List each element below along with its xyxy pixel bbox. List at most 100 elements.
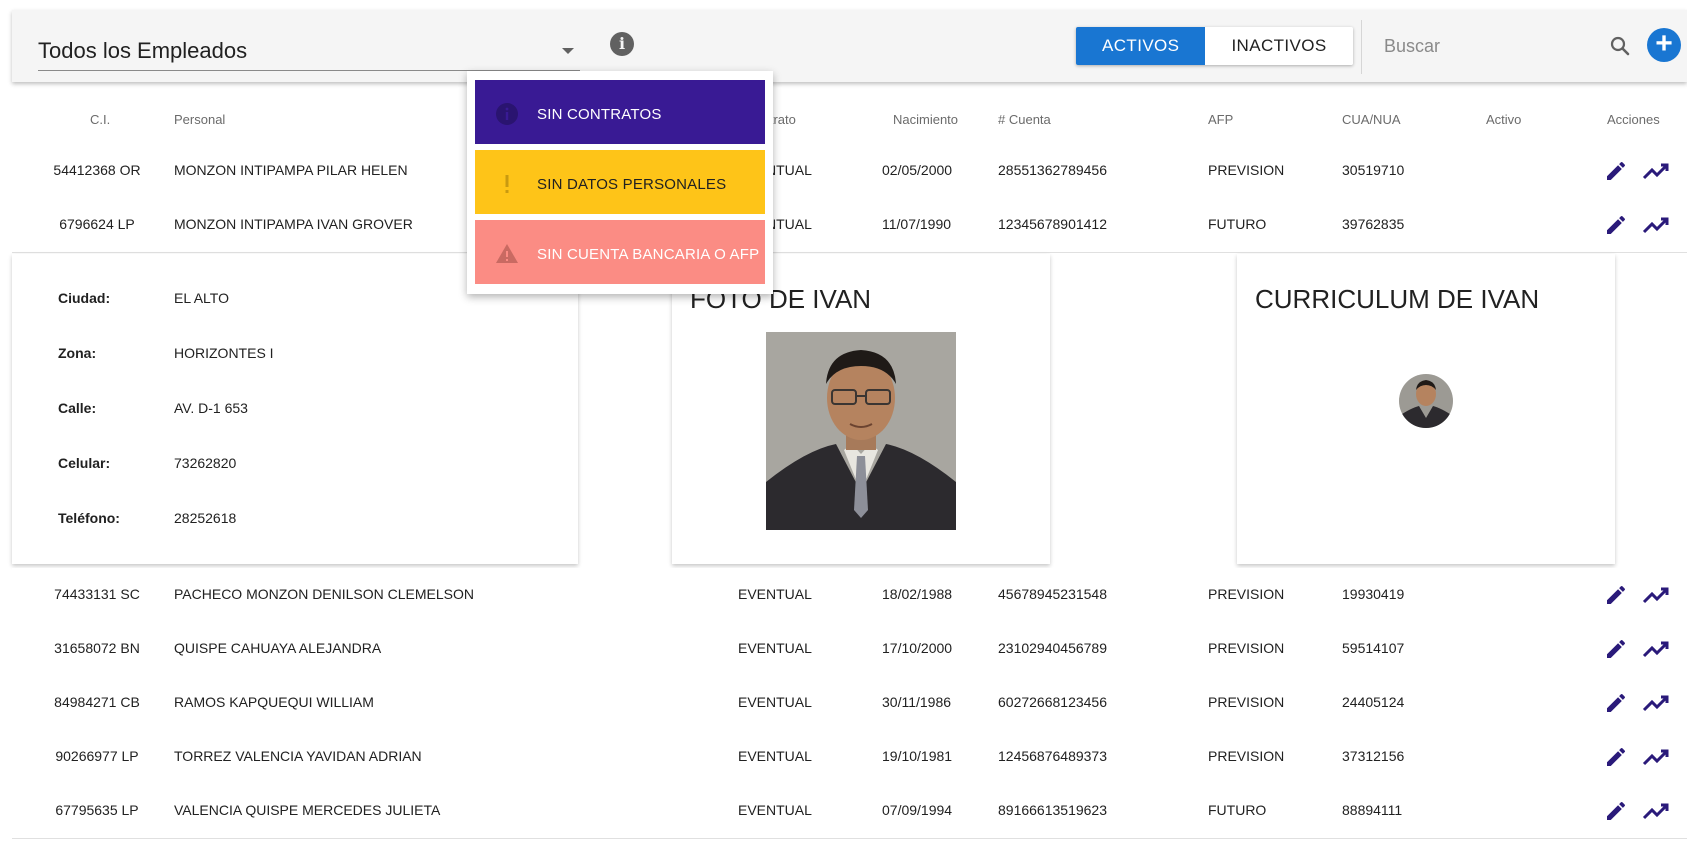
info-dropdown-menu: SIN CONTRATOS SIN DATOS PERSONALES SIN C…: [467, 71, 773, 294]
warning-icon: [496, 244, 518, 263]
edit-icon[interactable]: [1604, 583, 1628, 607]
cell-ci: 74433131 SC: [54, 586, 140, 602]
detail-label-calle: Calle:: [58, 400, 97, 416]
cell-nacimiento: 18/02/1988: [882, 586, 953, 602]
menu-item-label: SIN CUENTA BANCARIA O AFP: [537, 246, 760, 263]
cell-contrato: EVENTUAL: [738, 748, 812, 764]
edit-icon[interactable]: [1604, 637, 1628, 661]
cell-cuenta: 89166613519623: [998, 802, 1108, 818]
header-ci[interactable]: C.I.: [90, 112, 110, 127]
toggle-inactivos[interactable]: INACTIVOS: [1205, 27, 1353, 65]
cell-cuenta: 23102940456789: [998, 640, 1108, 656]
info-icon: [496, 103, 518, 125]
header-cua[interactable]: CUA/NUA: [1342, 112, 1401, 127]
cell-afp: FUTURO: [1208, 802, 1267, 818]
detail-value-celular: 73262820: [174, 455, 237, 471]
cell-ci: 6796624 LP: [59, 216, 135, 232]
detail-label-telefono: Teléfono:: [58, 510, 120, 526]
cell-cua: 19930419: [1342, 586, 1405, 602]
cell-name: PACHECO MONZON DENILSON CLEMELSON: [174, 586, 475, 602]
cell-nacimiento: 17/10/2000: [882, 640, 953, 656]
cell-nacimiento: 30/11/1986: [882, 694, 952, 710]
cell-contrato: EVENTUAL: [738, 802, 812, 818]
header-nacimiento[interactable]: Nacimiento: [893, 112, 958, 127]
trending-chart-icon[interactable]: [1642, 745, 1670, 769]
top-toolbar: Todos los Empleados i ACTIVOS INACTIVOS …: [12, 10, 1687, 82]
cell-name: TORREZ VALENCIA YAVIDAN ADRIAN: [174, 748, 422, 764]
info-icon[interactable]: i: [610, 32, 634, 56]
trending-chart-icon[interactable]: [1642, 691, 1670, 715]
search-icon[interactable]: [1608, 34, 1632, 58]
table-row[interactable]: 84984271 CB RAMOS KAPQUEQUI WILLIAM EVEN…: [12, 676, 1687, 731]
cell-afp: PREVISION: [1208, 586, 1285, 602]
trending-chart-icon[interactable]: [1642, 637, 1670, 661]
add-employee-button[interactable]: +: [1647, 28, 1681, 62]
table-row[interactable]: 6796624 LP MONZON INTIPAMPA IVAN GROVER …: [12, 198, 1687, 253]
cell-ci: 67795635 LP: [55, 802, 139, 818]
cell-nacimiento: 19/10/1981: [882, 748, 953, 764]
trending-chart-icon[interactable]: [1642, 159, 1670, 183]
table-header: C.I. Personal Contrato Nacimiento # Cuen…: [12, 84, 1687, 145]
trending-chart-icon[interactable]: [1642, 583, 1670, 607]
cell-afp: PREVISION: [1208, 640, 1285, 656]
chevron-down-icon: [562, 48, 574, 54]
detail-value-ciudad: EL ALTO: [174, 290, 229, 306]
cell-cua: 59514107: [1342, 640, 1405, 656]
cell-contrato: EVENTUAL: [738, 586, 812, 602]
exclamation-icon: [505, 175, 509, 193]
cell-afp: PREVISION: [1208, 694, 1285, 710]
menu-item-label: SIN DATOS PERSONALES: [537, 176, 727, 193]
cell-cua: 39762835: [1342, 216, 1405, 232]
edit-icon[interactable]: [1604, 799, 1628, 823]
toggle-activos[interactable]: ACTIVOS: [1076, 27, 1206, 65]
search-input[interactable]: [1382, 30, 1586, 62]
cell-afp: PREVISION: [1208, 162, 1285, 178]
cell-cuenta: 60272668123456: [998, 694, 1108, 710]
menu-item-sin-datos-personales[interactable]: SIN DATOS PERSONALES: [475, 150, 765, 214]
cell-cua: 37312156: [1342, 748, 1405, 764]
cell-cuenta: 45678945231548: [998, 586, 1108, 602]
menu-item-sin-contratos[interactable]: SIN CONTRATOS: [475, 80, 765, 144]
cell-cuenta: 28551362789456: [998, 162, 1108, 178]
toolbar-divider: [1361, 20, 1362, 74]
table-row[interactable]: 90266977 LP TORREZ VALENCIA YAVIDAN ADRI…: [12, 730, 1687, 785]
cell-ci: 90266977 LP: [55, 748, 139, 764]
status-toggle-group: ACTIVOS INACTIVOS: [1076, 27, 1353, 65]
cell-cua: 24405124: [1342, 694, 1405, 710]
header-personal[interactable]: Personal: [174, 112, 225, 127]
cell-ci: 84984271 CB: [54, 694, 140, 710]
header-activo[interactable]: Activo: [1486, 112, 1521, 127]
header-cuenta[interactable]: # Cuenta: [998, 112, 1051, 127]
cell-name: RAMOS KAPQUEQUI WILLIAM: [174, 694, 374, 710]
detail-value-zona: HORIZONTES I: [174, 345, 274, 361]
table-row[interactable]: 74433131 SC PACHECO MONZON DENILSON CLEM…: [12, 568, 1687, 623]
cell-name: MONZON INTIPAMPA IVAN GROVER: [174, 216, 413, 232]
table-row[interactable]: 67795635 LP VALENCIA QUISPE MERCEDES JUL…: [12, 784, 1687, 839]
cell-afp: PREVISION: [1208, 748, 1285, 764]
cell-name: VALENCIA QUISPE MERCEDES JULIETA: [174, 802, 441, 818]
edit-icon[interactable]: [1604, 691, 1628, 715]
trending-chart-icon[interactable]: [1642, 213, 1670, 237]
curriculum-thumbnail[interactable]: [1399, 374, 1453, 428]
employee-detail-card: Ciudad: EL ALTO Zona: HORIZONTES I Calle…: [12, 254, 578, 564]
employee-photo[interactable]: [766, 332, 956, 530]
cell-ci: 54412368 OR: [53, 162, 141, 178]
curriculum-card-title: CURRICULUM DE IVAN: [1255, 284, 1540, 314]
edit-icon[interactable]: [1604, 213, 1628, 237]
cell-contrato: EVENTUAL: [738, 694, 812, 710]
edit-icon[interactable]: [1604, 745, 1628, 769]
trending-chart-icon[interactable]: [1642, 799, 1670, 823]
edit-icon[interactable]: [1604, 159, 1628, 183]
header-afp[interactable]: AFP: [1208, 112, 1233, 127]
detail-label-celular: Celular:: [58, 455, 111, 471]
cell-cuenta: 12345678901412: [998, 216, 1108, 232]
menu-item-sin-cuenta-bancaria[interactable]: SIN CUENTA BANCARIA O AFP: [475, 220, 765, 284]
header-acciones: Acciones: [1607, 112, 1660, 127]
curriculum-card: CURRICULUM DE IVAN: [1237, 254, 1615, 564]
photo-card: FOTO DE IVAN: [672, 254, 1050, 564]
table-row[interactable]: 54412368 OR MONZON INTIPAMPA PILAR HELEN…: [12, 144, 1687, 199]
cell-cuenta: 12456876489373: [998, 748, 1108, 764]
cell-ci: 31658072 BN: [54, 640, 140, 656]
table-row[interactable]: 31658072 BN QUISPE CAHUAYA ALEJANDRA EVE…: [12, 622, 1687, 677]
employee-filter-select[interactable]: Todos los Empleados: [38, 28, 580, 71]
